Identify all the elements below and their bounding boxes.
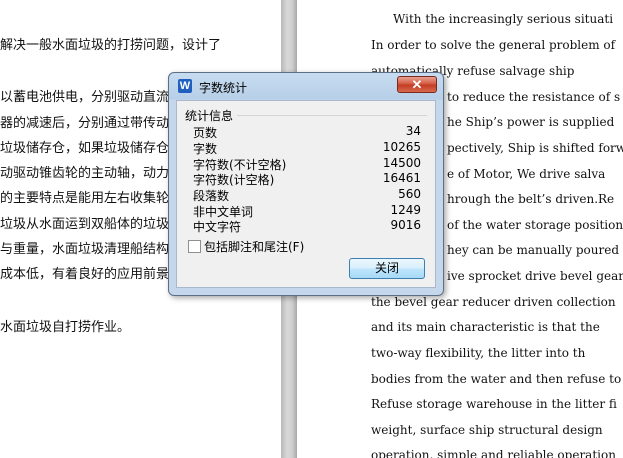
- include-footnotes-label[interactable]: 包括脚注和尾注(F): [204, 238, 304, 255]
- doc-line: 以蓄电池供电，分别驱动直流: [0, 90, 170, 105]
- doc-line: 器的减速后，分别通过带传动: [0, 116, 170, 131]
- stat-value: 34: [405, 124, 421, 138]
- doc-line: With the increasingly serious situati: [393, 12, 614, 26]
- doc-line: 与重量，水面垃圾清理船结构设: [0, 242, 183, 257]
- stat-value: 14500: [382, 156, 421, 170]
- stat-label: 字数: [193, 142, 218, 156]
- close-button[interactable]: 关闭: [349, 258, 425, 279]
- doc-line: 的主要特点是能用左右收集轮: [0, 191, 170, 206]
- doc-line: the bevel gear reducer driven collection: [371, 295, 616, 309]
- stat-label: 段落数: [193, 189, 230, 203]
- stat-value: 1249: [390, 203, 421, 217]
- word-count-dialog: W 字数统计 ✕ 统计信息 页数 34 字数 10265 字符数(不计空格) 1…: [168, 72, 444, 296]
- doc-line: 解决一般水面垃圾的打捞问题，设计了: [0, 38, 222, 53]
- doc-line: 水面垃圾自打捞作业。: [0, 320, 131, 335]
- dialog-title: 字数统计: [199, 81, 248, 95]
- doc-line: 垃圾储存仓，如果垃圾储存仓装: [0, 141, 183, 156]
- doc-line: 动驱动锥齿轮的主动轴，动力: [0, 166, 170, 181]
- wps-writer-icon: W: [178, 79, 192, 93]
- dialog-content: 统计信息 页数 34 字数 10265 字符数(不计空格) 14500 字符数(…: [176, 100, 436, 288]
- stat-row-chars-with-spaces: 字符数(计空格) 16461: [193, 171, 421, 187]
- doc-line: bodies from the water and then refuse to: [371, 372, 622, 386]
- doc-line: of the water storage position: [447, 218, 623, 232]
- doc-line: Refuse storage warehouse in the litter f…: [371, 397, 617, 411]
- close-icon[interactable]: ✕: [397, 76, 437, 93]
- doc-line: operation, simple and reliable operation: [371, 448, 616, 458]
- doc-line: pectively, Ship is shifted forw: [447, 141, 623, 155]
- stat-row-non-chinese-words: 非中文单词 1249: [193, 203, 421, 219]
- statistics-group-label: 统计信息: [185, 107, 238, 124]
- stat-label: 页数: [193, 126, 218, 140]
- stat-row-pages: 页数 34: [193, 124, 421, 140]
- stat-row-paragraphs: 段落数 560: [193, 187, 421, 203]
- stat-label: 字符数(计空格): [193, 173, 275, 187]
- doc-line: two-way flexibility, the litter into th: [371, 346, 586, 360]
- doc-line: hey can be manually poured in: [447, 243, 623, 257]
- doc-line: hrough the belt’s driven.Re: [447, 192, 615, 206]
- doc-line: In order to solve the general problem of: [371, 38, 616, 52]
- stat-row-words: 字数 10265: [193, 140, 421, 156]
- include-footnotes-checkbox[interactable]: [188, 240, 201, 253]
- doc-line: he Ship’s power is supplied: [447, 115, 615, 129]
- doc-line: 垃圾从水面运到双船体的垃圾: [0, 217, 170, 232]
- dialog-titlebar[interactable]: W 字数统计 ✕: [169, 73, 443, 99]
- stat-row-chars-no-spaces: 字符数(不计空格) 14500: [193, 156, 421, 172]
- doc-line: e of Motor, We drive salva: [447, 167, 606, 181]
- stat-value: 9016: [390, 218, 421, 232]
- stat-label: 中文字符: [193, 220, 242, 234]
- stat-value: 10265: [382, 140, 421, 154]
- stat-value: 16461: [382, 171, 421, 185]
- doc-line: to reduce the resistance of s: [447, 90, 621, 104]
- stat-row-chinese-chars: 中文字符 9016: [193, 218, 421, 234]
- doc-line: and its main characteristic is that the: [371, 320, 600, 334]
- doc-line: ive sprocket drive bevel gear: [447, 269, 623, 283]
- stat-value: 560: [398, 187, 421, 201]
- doc-line: 成本低，有着良好的应用前景: [0, 267, 170, 282]
- doc-line: weight, surface ship structural design: [371, 423, 603, 437]
